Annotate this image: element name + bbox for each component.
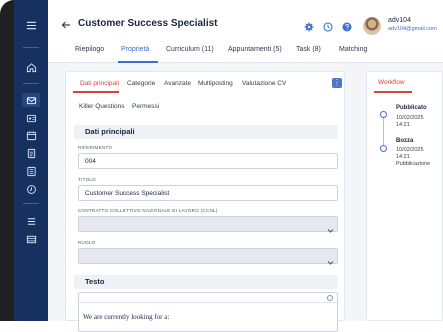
timeline-event-status: Pubblicazione	[396, 161, 431, 167]
properties-card: Dati principali Categorie Avanzate Multi…	[65, 71, 345, 332]
ccnl-label: CONTRATTO COLLETTIVO NAZIONALE DI LAVORO…	[78, 208, 218, 213]
report-icon[interactable]	[22, 164, 40, 178]
gear-icon[interactable]	[304, 19, 314, 32]
tab-appuntamenti[interactable]: Appuntamenti (5)	[228, 46, 282, 53]
tab-proprieta[interactable]: Proprietà	[121, 46, 149, 53]
tab-workflow[interactable]: Workflow	[378, 79, 405, 86]
section-title: Dati principali	[85, 127, 135, 136]
hamburger-menu-icon[interactable]	[22, 18, 40, 32]
riferimento-value: 004	[85, 158, 96, 165]
job-posts-icon[interactable]	[22, 93, 40, 107]
calendar-icon[interactable]	[22, 128, 40, 142]
sidebar-divider	[23, 47, 39, 48]
table-icon[interactable]	[22, 232, 40, 246]
timeline-event-title: Pubblicato	[396, 105, 427, 111]
help-icon[interactable]	[342, 19, 352, 32]
ruolo-select[interactable]	[78, 248, 338, 265]
history-icon[interactable]	[323, 19, 333, 32]
tab-task[interactable]: Task (8)	[296, 46, 321, 53]
avatar[interactable]	[363, 17, 381, 35]
titolo-label: TITOLO	[78, 177, 96, 182]
list-icon[interactable]	[22, 214, 40, 228]
chevron-down-icon	[327, 221, 334, 233]
workflow-tab-indicator	[374, 91, 412, 93]
timeline-dot	[380, 145, 387, 152]
testo-title: Testo	[85, 277, 105, 286]
editor-dropdown-icon[interactable]	[327, 295, 333, 301]
id-card-icon[interactable]	[22, 111, 40, 125]
titolo-value: Customer Success Specialist	[85, 190, 170, 197]
sidebar-divider	[23, 203, 39, 204]
rich-text-editor[interactable]: We are currently looking for a:	[78, 292, 338, 332]
subtab-multiposting[interactable]: Multiposting	[198, 80, 233, 87]
tab-active-indicator	[118, 61, 158, 63]
timeline-event-title: Bozza	[396, 138, 414, 144]
tab-matching[interactable]: Matching	[339, 46, 367, 53]
editor-content[interactable]: We are currently looking for a:	[83, 313, 169, 321]
timeline-dot	[380, 111, 387, 118]
subtab-killer-questions[interactable]: Killer Questions	[79, 103, 125, 110]
home-icon[interactable]	[22, 60, 40, 74]
document-icon[interactable]	[22, 146, 40, 160]
back-arrow-icon[interactable]	[61, 17, 71, 29]
timeline-event-time: 14:21	[396, 154, 410, 160]
workflow-card: Workflow Pubblicato 10/02/2025 14:21 Boz…	[366, 71, 443, 321]
timeline-event-date: 10/02/2025	[396, 147, 424, 153]
editor-toolbar	[79, 293, 337, 303]
ccnl-select[interactable]	[78, 216, 338, 233]
device-bezel	[0, 0, 14, 321]
sidebar	[14, 0, 48, 321]
tab-riepilogo[interactable]: Riepilogo	[75, 46, 104, 53]
user-name: adv104	[388, 17, 411, 24]
user-email: adv104@gmail.com	[388, 26, 437, 32]
subtab-avanzate[interactable]: Avanzate	[164, 80, 191, 87]
riferimento-field[interactable]: 004	[78, 153, 338, 169]
section-header-dati-principali: Dati principali	[74, 125, 338, 139]
chevron-down-icon	[327, 253, 334, 265]
ruolo-label: RUOLO	[78, 240, 96, 245]
clock-icon[interactable]	[22, 182, 40, 196]
riferimento-label: RIFERIMENTO	[78, 145, 113, 150]
timeline-event-date: 10/02/2025	[396, 115, 424, 121]
device-frame: Customer Success Specialist adv104 adv10…	[0, 0, 443, 332]
subtab-categorie[interactable]: Categorie	[127, 80, 155, 87]
main-tabs: Riepilogo Proprietà Curriculum (11) Appu…	[48, 38, 443, 63]
page-title: Customer Success Specialist	[78, 18, 218, 29]
subtab-valutazione-cv[interactable]: Valutazione CV	[242, 80, 286, 87]
tab-curriculum[interactable]: Curriculum (11)	[166, 46, 214, 53]
sidebar-divider	[23, 83, 39, 84]
subtab-active-indicator	[73, 91, 119, 93]
titolo-field[interactable]: Customer Success Specialist	[78, 185, 338, 201]
timeline-event-time: 14:21	[396, 122, 410, 128]
app-content: Customer Success Specialist adv104 adv10…	[48, 0, 443, 332]
page-header: Customer Success Specialist adv104 adv10…	[48, 0, 443, 38]
more-options-button[interactable]: ⋮	[332, 78, 342, 88]
subtab-permessi[interactable]: Permessi	[132, 103, 159, 110]
subtab-dati-principali[interactable]: Dati principali	[80, 80, 119, 87]
section-header-testo: Testo	[74, 275, 338, 289]
